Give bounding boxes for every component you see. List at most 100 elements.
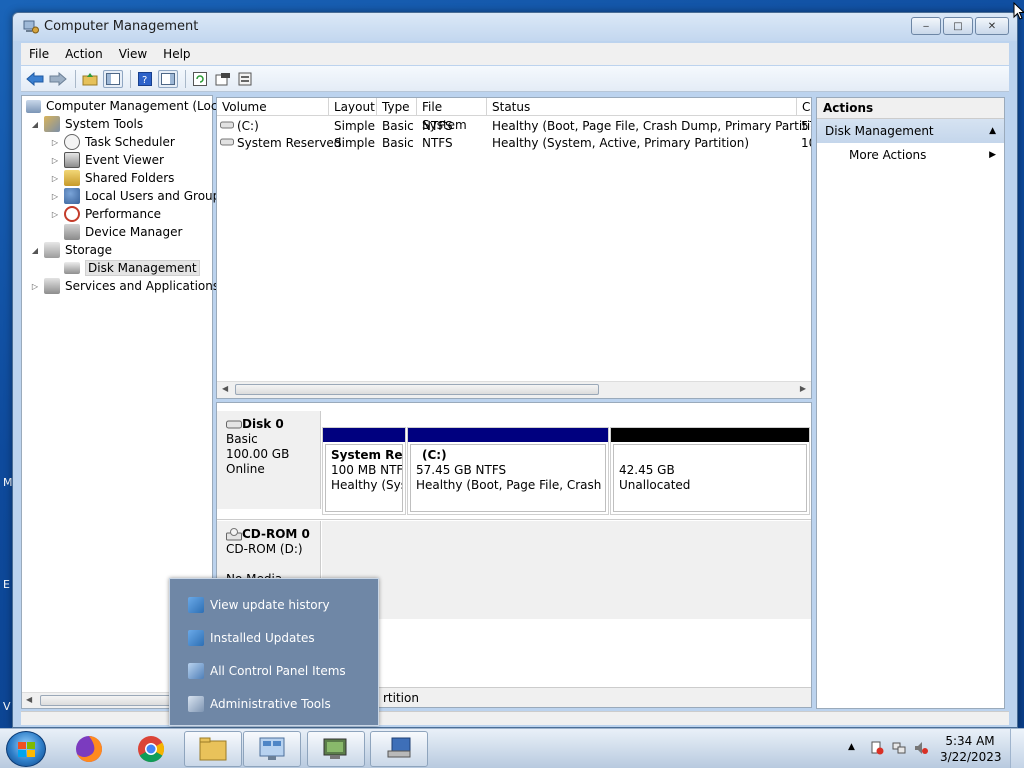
taskbar-firefox[interactable] <box>60 731 118 767</box>
expand-arrow-icon[interactable]: ▷ <box>50 138 60 147</box>
forward-arrow-icon[interactable] <box>48 70 68 88</box>
show-desktop-button[interactable] <box>1010 729 1024 768</box>
tree-item-device-manager[interactable]: Device Manager <box>64 223 182 241</box>
column-header-type[interactable]: Type <box>377 98 417 116</box>
volume-muted-icon[interactable] <box>914 741 928 755</box>
disk-0-label[interactable]: Disk 0 Basic 100.00 GB Online <box>217 411 321 509</box>
scrollbar-thumb[interactable] <box>40 695 190 706</box>
mouse-cursor-icon <box>1013 2 1024 20</box>
maximize-button[interactable]: □ <box>943 17 973 35</box>
folder-icon <box>199 737 227 761</box>
partition-title <box>619 448 801 463</box>
show-action-pane-icon[interactable] <box>158 69 178 88</box>
up-folder-icon[interactable] <box>80 70 100 88</box>
close-button[interactable]: ✕ <box>975 17 1009 35</box>
cell-volume: (C:) <box>237 119 259 133</box>
table-row[interactable]: (C:) Simple Basic NTFS Healthy (Boot, Pa… <box>217 118 811 135</box>
jump-list-item[interactable]: Installed Updates <box>188 628 315 648</box>
jump-list-item[interactable]: View update history <box>188 595 330 615</box>
volume-list-horizontal-scrollbar[interactable]: ◀ ▶ <box>217 381 811 398</box>
help-icon[interactable]: ? <box>135 70 155 88</box>
expand-arrow-icon[interactable]: ▷ <box>50 210 60 219</box>
menu-file[interactable]: File <box>21 47 57 61</box>
column-header-capacity[interactable]: C <box>797 98 811 116</box>
collapse-arrow-icon[interactable]: ◢ <box>30 120 40 129</box>
cell-status: Healthy (System, Active, Primary Partiti… <box>492 136 750 150</box>
taskbar-control-panel[interactable] <box>243 731 301 767</box>
hard-disk-icon <box>226 420 242 429</box>
legend-label: rtition <box>383 691 419 705</box>
show-hidden-icons-icon[interactable]: ▲ <box>848 742 862 756</box>
start-button[interactable] <box>6 731 46 767</box>
jump-list-item[interactable]: All Control Panel Items <box>188 661 346 681</box>
tree-item-label: Computer Management (Local <box>46 99 229 113</box>
windows-logo-icon <box>17 741 35 757</box>
divider <box>217 519 811 520</box>
cdrom-drive-icon <box>226 528 242 541</box>
scrollbar-thumb[interactable] <box>235 384 599 395</box>
partition-system-reserved[interactable]: System Rese 100 MB NTFS Healthy (Syst <box>322 427 406 515</box>
expand-arrow-icon[interactable]: ▷ <box>50 174 60 183</box>
jump-list-label: Administrative Tools <box>210 697 331 711</box>
scroll-right-arrow-icon[interactable]: ▶ <box>800 384 806 393</box>
cdrom-drive-letter: CD-ROM (D:) <box>226 542 303 556</box>
properties-icon[interactable] <box>213 70 233 88</box>
tree-item-root[interactable]: Computer Management (Local <box>26 97 228 115</box>
partition-c[interactable]: (C:) 57.45 GB NTFS Healthy (Boot, Page F… <box>407 427 609 515</box>
taskbar-computer-management[interactable] <box>307 731 365 767</box>
show-hide-tree-icon[interactable] <box>103 69 123 88</box>
jump-list-item[interactable]: Administrative Tools <box>188 694 331 714</box>
taskbar-chrome[interactable] <box>122 731 180 767</box>
menu-action[interactable]: Action <box>57 47 111 61</box>
column-header-volume[interactable]: Volume <box>217 98 329 116</box>
back-arrow-icon[interactable] <box>25 70 45 88</box>
tools-icon <box>44 116 60 132</box>
computer-management-icon <box>323 738 347 759</box>
cell-type: Basic <box>382 136 414 150</box>
tree-item-local-users[interactable]: ▷ Local Users and Groups <box>50 187 227 205</box>
actions-section-disk-management[interactable]: Disk Management ▲ <box>817 119 1004 143</box>
tree-item-task-scheduler[interactable]: ▷ Task Scheduler <box>50 133 175 151</box>
cdrom-empty-area <box>322 521 811 619</box>
scroll-left-arrow-icon[interactable]: ◀ <box>222 384 228 393</box>
tree-item-label: Storage <box>65 243 112 257</box>
refresh-icon[interactable] <box>190 70 210 88</box>
collapse-arrow-icon[interactable]: ◢ <box>30 246 40 255</box>
expand-arrow-icon[interactable]: ▷ <box>50 192 60 201</box>
control-panel-icon <box>259 737 285 760</box>
disk-settings-icon[interactable] <box>236 70 256 88</box>
partition-size: 100 MB NTFS <box>331 463 403 477</box>
expand-arrow-icon[interactable]: ▷ <box>30 282 40 291</box>
partition-unallocated[interactable]: 42.45 GB Unallocated <box>610 427 810 515</box>
taskbar-remote-desktop[interactable] <box>370 731 428 767</box>
more-actions-item[interactable]: More Actions ▶ <box>817 143 1004 167</box>
cell-file-system: NTFS <box>422 119 453 133</box>
taskbar-explorer[interactable] <box>184 731 242 767</box>
clock[interactable]: 5:34 AM 3/22/2023 <box>940 733 1002 765</box>
submenu-arrow-icon: ▶ <box>989 150 996 160</box>
disk-state: Online <box>226 462 265 476</box>
tree-item-label: Local Users and Groups <box>85 189 227 203</box>
network-icon[interactable] <box>892 741 906 755</box>
tree-item-shared-folders[interactable]: ▷ Shared Folders <box>50 169 174 187</box>
action-center-icon[interactable] <box>870 741 884 755</box>
tree-item-event-viewer[interactable]: ▷ Event Viewer <box>50 151 164 169</box>
tree-item-disk-management[interactable]: Disk Management <box>64 259 200 277</box>
column-header-layout[interactable]: Layout <box>329 98 377 116</box>
title-bar[interactable]: Computer Management ‒ □ ✕ <box>13 13 1017 41</box>
expand-arrow-icon[interactable]: ▷ <box>50 156 60 165</box>
svg-text:?: ? <box>142 75 147 86</box>
column-header-status[interactable]: Status <box>487 98 797 116</box>
desktop-icon-fragment: V <box>3 700 11 713</box>
menu-help[interactable]: Help <box>155 47 198 61</box>
column-header-file-system[interactable]: File System <box>417 98 487 132</box>
tree-item-storage[interactable]: ◢ Storage <box>30 241 112 259</box>
tree-item-services-apps[interactable]: ▷ Services and Applications <box>30 277 219 295</box>
minimize-button[interactable]: ‒ <box>911 17 941 35</box>
scroll-left-arrow-icon[interactable]: ◀ <box>26 695 32 704</box>
table-row[interactable]: System Reserved Simple Basic NTFS Health… <box>217 135 811 152</box>
tree-item-performance[interactable]: ▷ Performance <box>50 205 161 223</box>
collapse-up-icon[interactable]: ▲ <box>989 119 996 143</box>
menu-view[interactable]: View <box>111 47 155 61</box>
tree-item-system-tools[interactable]: ◢ System Tools <box>30 115 143 133</box>
